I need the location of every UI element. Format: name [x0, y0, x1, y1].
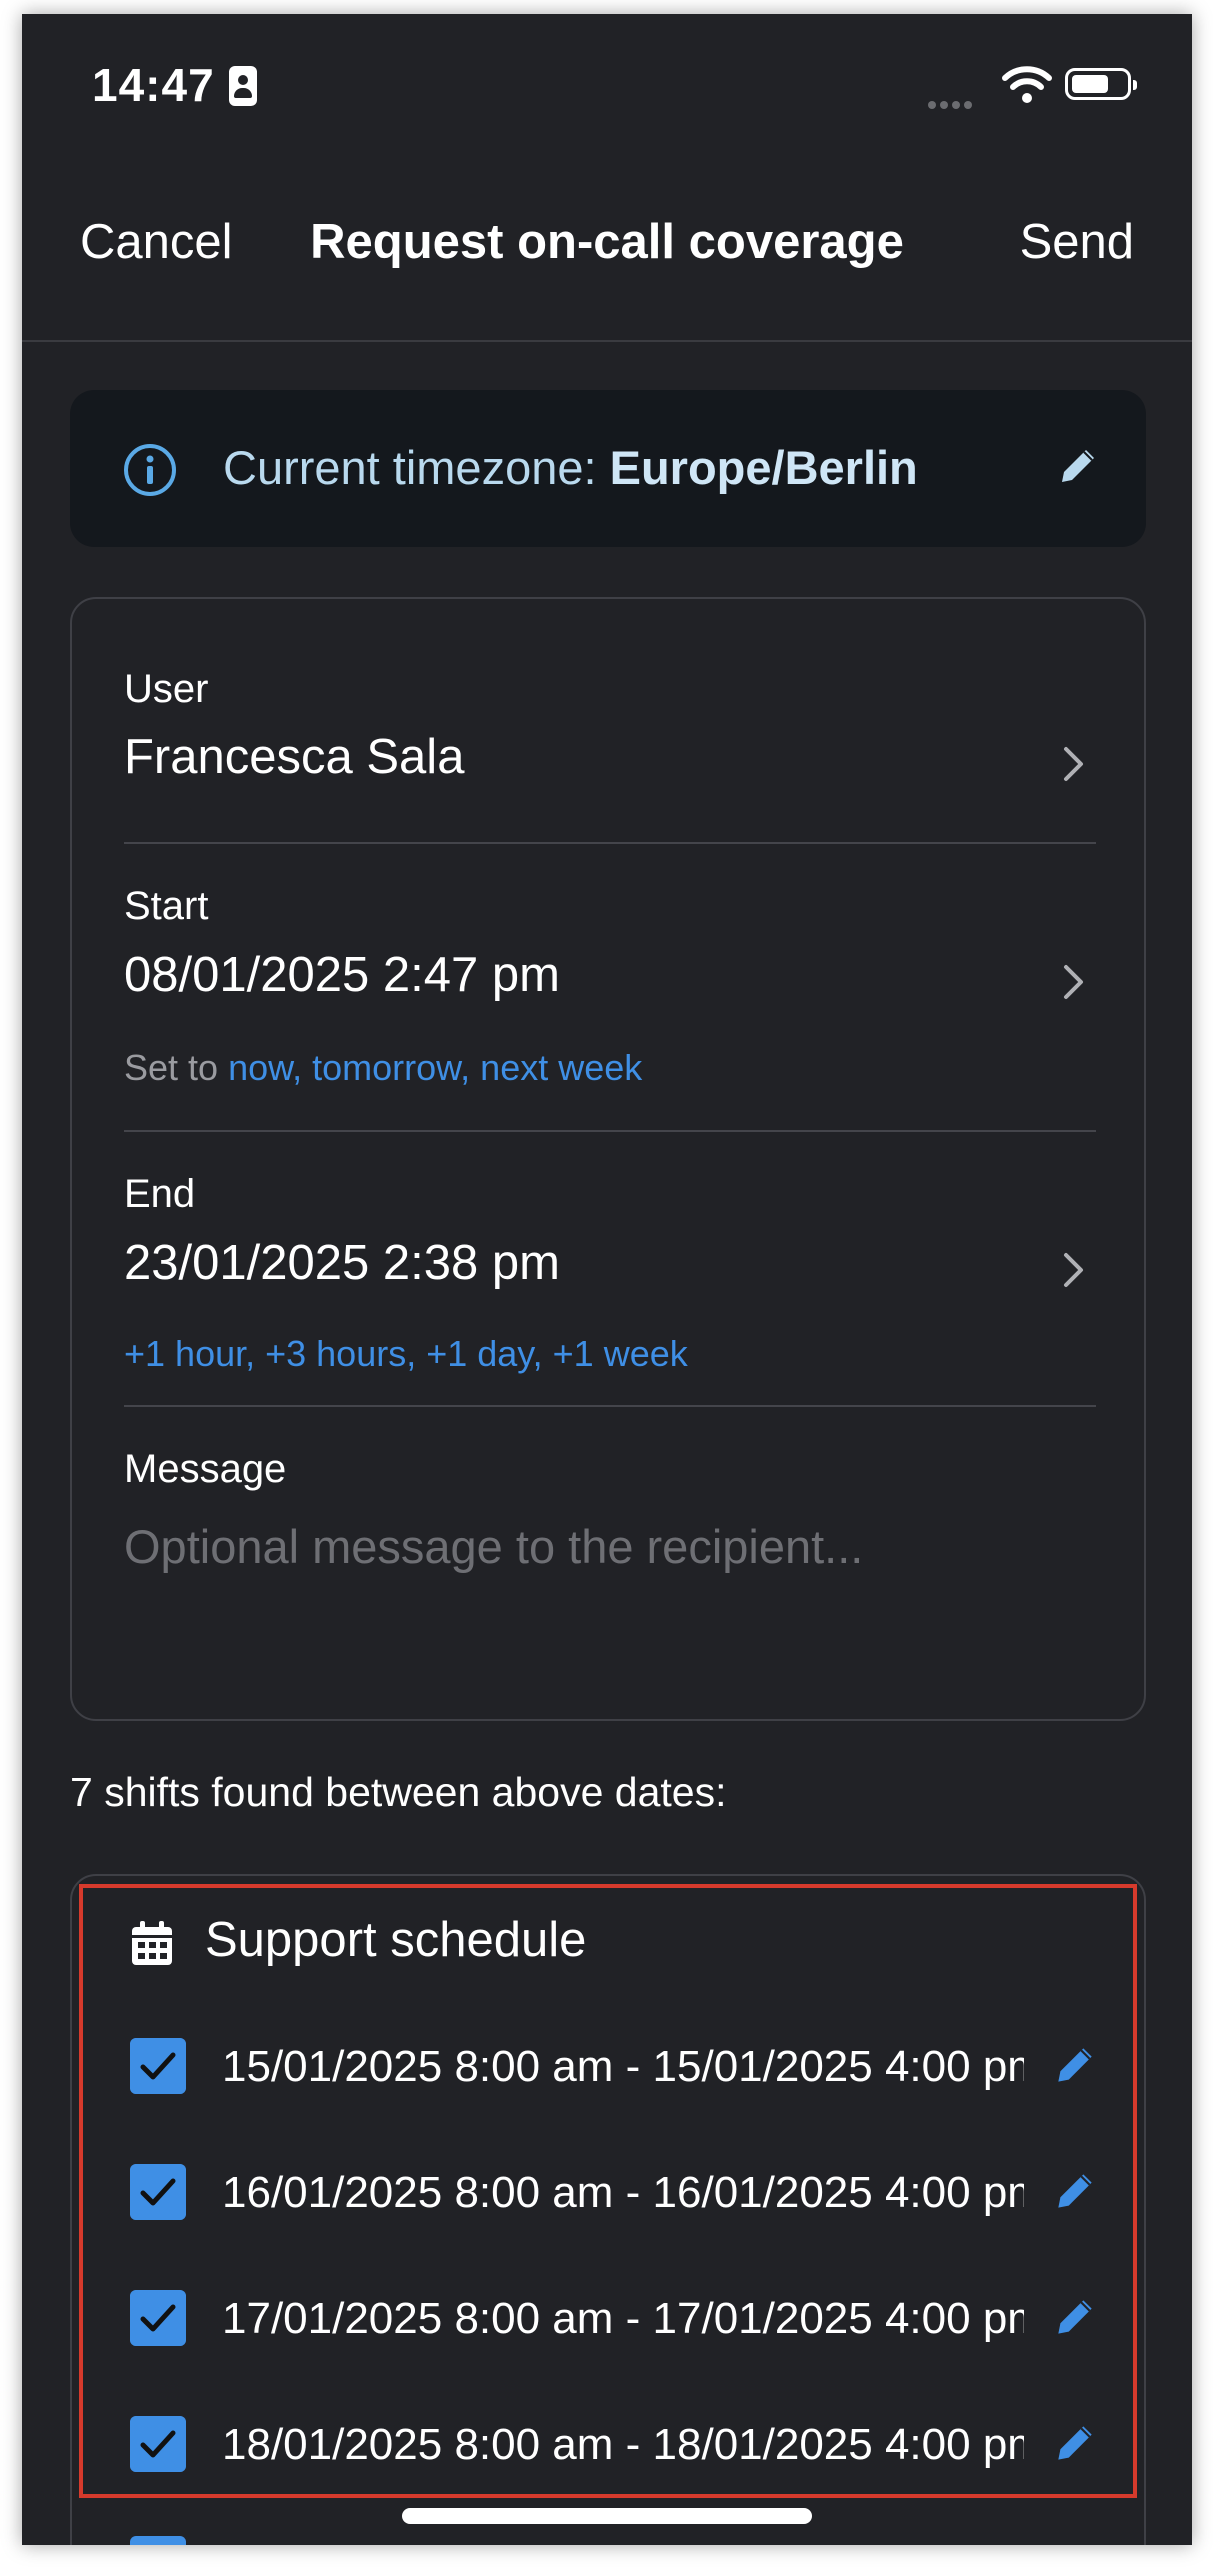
chevron-right-icon[interactable]: [1062, 745, 1086, 783]
edit-timezone-icon[interactable]: [1054, 442, 1102, 490]
user-field[interactable]: Francesca Sala: [124, 729, 464, 785]
set-to-label: Set to: [124, 1047, 219, 1088]
coverage-form: User Francesca Sala Start 08/01/2025 2:4…: [70, 597, 1146, 1721]
shift-row: 16/01/2025 8:00 am - 16/01/2025 4:00 pm: [130, 2164, 1130, 2224]
timezone-text: Current timezone: Europe/Berlin: [223, 440, 918, 495]
wifi-icon: [1002, 66, 1052, 103]
shift-time-range: 15/01/2025 8:00 am - 15/01/2025 4:00 pm: [222, 2042, 1024, 2091]
shift-checkbox-partial[interactable]: [130, 2536, 186, 2545]
row-divider: [124, 1405, 1096, 1407]
shift-row: 15/01/2025 8:00 am - 15/01/2025 4:00 pm: [130, 2038, 1130, 2098]
end-field[interactable]: 23/01/2025 2:38 pm: [124, 1235, 560, 1291]
app-screen: 14:47 Cancel Request on-call coverage Se…: [22, 14, 1192, 2545]
row-divider: [124, 842, 1096, 844]
battery-icon: [1065, 68, 1137, 100]
status-time: 14:47: [92, 59, 215, 111]
shifts-summary: 7 shifts found between above dates:: [70, 1769, 727, 1815]
page-title: Request on-call coverage: [310, 215, 904, 269]
edit-shift-icon[interactable]: [1050, 2040, 1100, 2090]
chevron-right-icon[interactable]: [1062, 1251, 1086, 1289]
user-label: User: [124, 667, 209, 711]
edit-shift-icon[interactable]: [1050, 2166, 1100, 2216]
shift-time-range: 18/01/2025 8:00 am - 18/01/2025 4:00 pm: [222, 2420, 1024, 2469]
info-icon: [124, 444, 176, 496]
end-label: End: [124, 1172, 196, 1216]
start-field[interactable]: 08/01/2025 2:47 pm: [124, 947, 560, 1003]
schedule-name: Support schedule: [205, 1913, 587, 1967]
end-quick-set: +1 hour, +3 hours, +1 day, +1 week: [124, 1333, 688, 1375]
message-label: Message: [124, 1447, 287, 1491]
start-quick-set: Set to now, tomorrow, next week: [124, 1047, 642, 1089]
send-button[interactable]: Send: [1020, 214, 1134, 270]
shift-checkbox[interactable]: [130, 2164, 186, 2220]
end-quick-options[interactable]: +1 hour, +3 hours, +1 day, +1 week: [124, 1333, 688, 1374]
start-quick-options[interactable]: now, tomorrow, next week: [228, 1047, 642, 1088]
edit-shift-icon[interactable]: [1050, 2418, 1100, 2468]
timezone-prefix: Current timezone:: [223, 441, 610, 494]
shift-row: 18/01/2025 8:00 am - 18/01/2025 4:00 pm: [130, 2416, 1130, 2476]
chevron-right-icon[interactable]: [1062, 963, 1086, 1001]
start-label: Start: [124, 884, 209, 928]
nav-divider: [22, 340, 1192, 342]
timezone-value: Europe/Berlin: [609, 441, 918, 494]
cellular-signal-icon: [928, 96, 976, 114]
shift-time-range: 17/01/2025 8:00 am - 17/01/2025 4:00 pm: [222, 2294, 1024, 2343]
home-indicator[interactable]: [402, 2508, 812, 2524]
row-divider: [124, 1130, 1096, 1132]
shift-time-range: 16/01/2025 8:00 am - 16/01/2025 4:00 pm: [222, 2168, 1024, 2217]
edit-shift-icon[interactable]: [1050, 2292, 1100, 2342]
shift-checkbox[interactable]: [130, 2038, 186, 2094]
calendar-icon: [132, 1921, 172, 1965]
timezone-banner: Current timezone: Europe/Berlin: [70, 390, 1146, 547]
shift-checkbox[interactable]: [130, 2290, 186, 2346]
message-input[interactable]: Optional message to the recipient...: [124, 1519, 863, 1574]
shift-checkbox[interactable]: [130, 2416, 186, 2472]
contact-card-icon: [229, 66, 257, 106]
shift-row: 17/01/2025 8:00 am - 17/01/2025 4:00 pm: [130, 2290, 1130, 2350]
